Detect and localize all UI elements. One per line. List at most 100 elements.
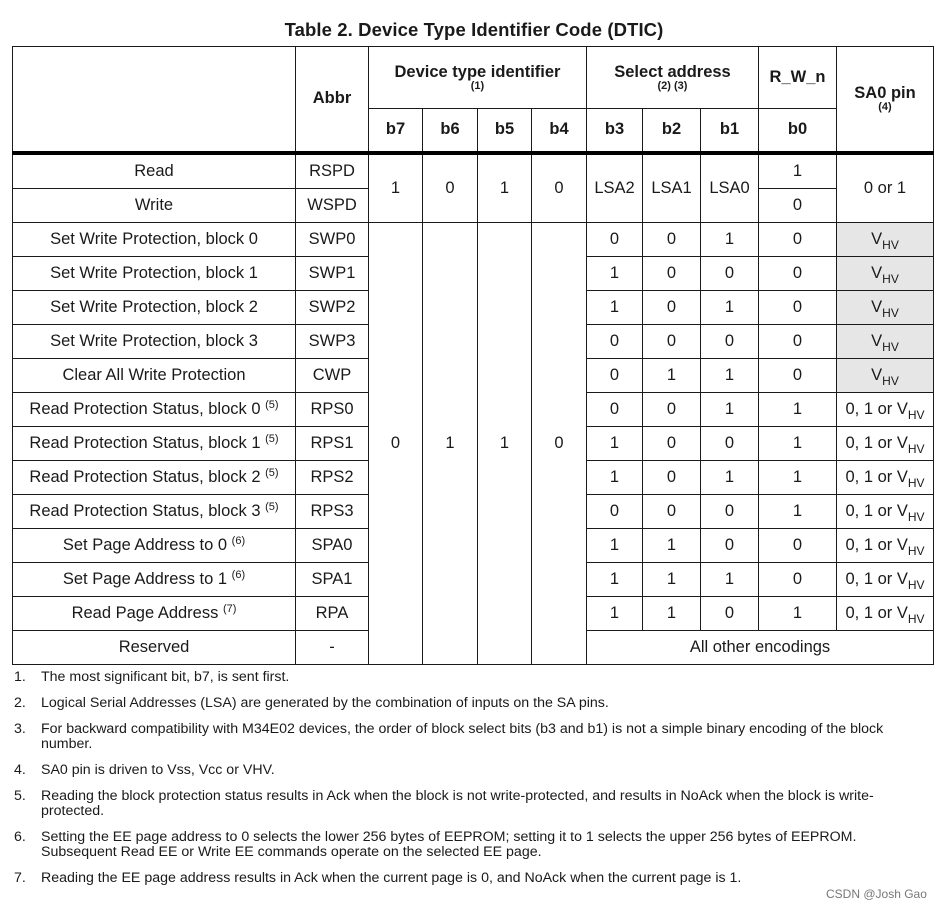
footnotes: 1. The most significant bit, b7, is sent … [14,670,914,897]
header-sa0-pin: SA0 pin (4) [836,46,934,153]
abbr-cell: SWP0 [295,221,369,257]
bit-cell: 0 [586,357,643,393]
header-bit: b6 [422,108,478,153]
bit-cell: 1 [586,459,643,495]
bit-cell: 1 [758,150,837,189]
bit-cell: 0 [586,323,643,359]
bit-cell: 0 [642,289,701,325]
footnote-item: 1. The most significant bit, b7, is sent … [14,670,914,685]
footnote-text: Reading the block protection status resu… [41,788,874,819]
abbr-cell: RPS2 [295,459,369,495]
bit-cell: 0 [700,255,759,291]
bit-cell: 0 [758,289,837,325]
abbr-cell: SWP2 [295,289,369,325]
sa0-cell: 0, 1 or VHV [836,425,934,461]
select-cell: LSA1 [642,150,701,223]
sa0-cell: 0, 1 or VHV [836,527,934,563]
sa0-cell: VHV [836,323,934,359]
bit-cell: 0 [758,357,837,393]
footnote-text: Setting the EE page address to 0 selects… [41,829,857,860]
abbr-cell: RPS3 [295,493,369,529]
bit-cell: 1 [586,425,643,461]
bit-cell: 0 [531,221,587,665]
bit-cell: 1 [700,357,759,393]
sa0-cell: 0 or 1 [836,150,934,223]
command-name: Read Protection Status, block 1 (5) [12,425,296,461]
footnote-ref: (7) [222,602,237,615]
footnote-item: 4. SA0 pin is driven to Vss, Vcc or VHV. [14,763,914,778]
bit-cell: 0 [586,221,643,257]
footnote-ref: (5) [265,432,279,445]
footnote-text: SA0 pin is driven to Vss, Vcc or VHV. [41,762,275,778]
header-bit: b4 [531,108,587,153]
bit-cell: 1 [700,561,759,597]
bit-cell: 1 [477,150,532,223]
sa0-cell: VHV [836,357,934,393]
bit-cell: 1 [586,595,643,631]
footnote-item: 6. Setting the EE page address to 0 selec… [14,830,914,860]
footnote-number: 1. [14,669,26,685]
header-bit: b5 [477,108,532,153]
abbr-cell: CWP [295,357,369,393]
footnote-ref: (6) [231,568,246,581]
footnote-item: 5. Reading the block protection status re… [14,789,914,819]
command-name: Write [12,187,296,223]
abbr-cell: SPA0 [295,527,369,563]
footnote-number: 4. [14,762,26,778]
bit-cell: 1 [586,527,643,563]
bit-cell: 0 [758,561,837,597]
sa0-cell: VHV [836,289,934,325]
sa0-cell: 0, 1 or VHV [836,595,934,631]
bit-cell: 0 [642,255,701,291]
bit-cell: 0 [586,493,643,529]
abbr-cell: WSPD [295,187,369,223]
bit-cell: 0 [642,459,701,495]
bit-cell: 1 [586,289,643,325]
abbr-cell: RPS0 [295,391,369,427]
abbr-cell: RPS1 [295,425,369,461]
command-name: Clear All Write Protection [12,357,296,393]
bit-cell: 0 [758,187,837,223]
footnote-ref: (1) [470,80,485,92]
footnote-number: 7. [14,870,26,886]
sa0-cell: VHV [836,255,934,291]
footnote-number: 3. [14,721,26,737]
abbr-cell: SPA1 [295,561,369,597]
abbr-cell: SWP1 [295,255,369,291]
header-bit: b7 [368,108,423,153]
footnote-item: 3. For backward compatibility with M34E02… [14,722,914,752]
command-name: Read Protection Status, block 3 (5) [12,493,296,529]
bit-cell: 0 [368,221,423,665]
footnote-text: Reading the EE page address results in A… [41,870,742,886]
command-name: Set Write Protection, block 3 [12,323,296,359]
bit-cell: 1 [477,221,532,665]
abbr-cell: RPA [295,595,369,631]
footnote-ref: (5) [265,398,279,411]
footnote-ref: (4) [878,101,892,114]
header-bit: b3 [586,108,643,153]
sa0-cell: 0, 1 or VHV [836,459,934,495]
select-cell: LSA2 [586,150,643,223]
footnote-ref: (5) [265,466,279,479]
footnote-ref: (2) (3) [657,80,688,92]
sa0-cell: VHV [836,221,934,257]
abbr-cell: SWP3 [295,323,369,359]
header-bit: b2 [642,108,701,153]
abbr-cell: - [295,629,369,665]
dtic-table: Abbr Device type identifier (1) Select a… [12,46,934,665]
bit-cell: 1 [758,459,837,495]
command-name: Read [12,150,296,189]
command-name: Read Page Address (7) [12,595,296,631]
header-bit: b0 [758,108,837,153]
header-rwn: R_W_n [758,46,837,109]
command-name: Set Page Address to 1 (6) [12,561,296,597]
footnote-number: 6. [14,829,26,845]
bit-cell: 0 [758,527,837,563]
table-row: Set Write Protection, block 0 SWP0 0 1 1 0 0 0 1… [12,221,934,665]
bit-cell: 1 [642,527,701,563]
bit-cell: 0 [642,323,701,359]
bit-cell: 1 [642,595,701,631]
command-name: Read Protection Status, block 2 (5) [12,459,296,495]
select-cell: LSA0 [700,150,759,223]
bit-cell: 0 [758,255,837,291]
